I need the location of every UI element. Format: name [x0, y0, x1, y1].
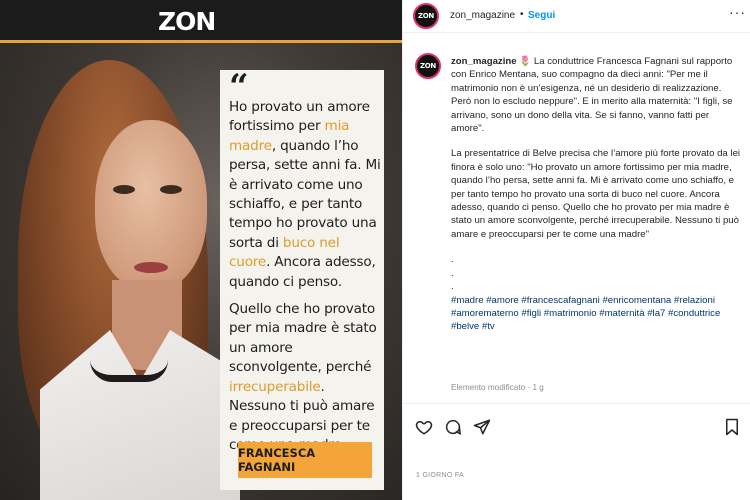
edited-label: Elemento modificato · 1 g [451, 383, 544, 392]
author-badge: FRANCESCA FAGNANI [238, 442, 372, 478]
author-name: FRANCESCA FAGNANI [238, 446, 316, 474]
caption-hashtags[interactable]: #madre #amore #francescafagnani #enricom… [451, 294, 743, 334]
post-sidebar: ZON zon_magazine • Segui ··· ZON zon_mag… [402, 0, 750, 500]
header-username[interactable]: zon_magazine [450, 10, 515, 21]
caption-dot-3: . [451, 281, 454, 293]
quote-mark-icon: “ [229, 67, 249, 107]
portrait-eye-right [160, 185, 182, 194]
caption-username[interactable]: zon_magazine [451, 56, 517, 67]
caption-avatar[interactable]: ZON [415, 53, 441, 79]
zon-logo: ZON [158, 7, 216, 36]
tulip-emoji: 🌷 [519, 56, 532, 67]
portrait-necklace [90, 360, 168, 382]
header-separator: • [520, 9, 524, 20]
post-timestamp: 1 GIORNO FA [416, 472, 465, 479]
caption-dot-1: . [451, 254, 454, 266]
quote-highlight: irrecuperabile [229, 378, 321, 395]
quote-segment: Quello che ho provato per mia madre è st… [229, 301, 377, 376]
caption-paragraph-2: La presentatrice di Belve precisa che l’… [451, 148, 741, 240]
caption-dot-2: . [451, 267, 454, 279]
heart-icon[interactable] [415, 418, 433, 436]
post-actions: 1 GIORNO FA [403, 403, 750, 493]
follow-button[interactable]: Segui [528, 10, 555, 21]
post-header: ZON zon_magazine • Segui ··· [403, 0, 750, 33]
post-image[interactable]: ZON “ Ho provato un amore fortissimo per… [0, 0, 402, 500]
header-avatar[interactable]: ZON [413, 3, 439, 29]
bookmark-icon[interactable] [723, 418, 741, 436]
comment-icon[interactable] [444, 418, 462, 436]
quote-text: Ho provato un amore fortissimo per mia m… [229, 98, 381, 455]
portrait-eye-left [113, 185, 135, 194]
quote-paragraph-1: Ho provato un amore fortissimo per mia m… [229, 98, 381, 292]
post-caption: zon_magazine 🌷 La conduttrice Francesca … [451, 55, 743, 346]
more-horizontal-icon[interactable]: ··· [729, 4, 746, 20]
caption-paragraph-1: La conduttrice Francesca Fagnani sul rap… [451, 56, 733, 135]
portrait-lips [134, 262, 168, 273]
quote-paragraph-2: Quello che ho provato per mia madre è st… [229, 300, 381, 455]
share-icon[interactable] [473, 418, 491, 436]
